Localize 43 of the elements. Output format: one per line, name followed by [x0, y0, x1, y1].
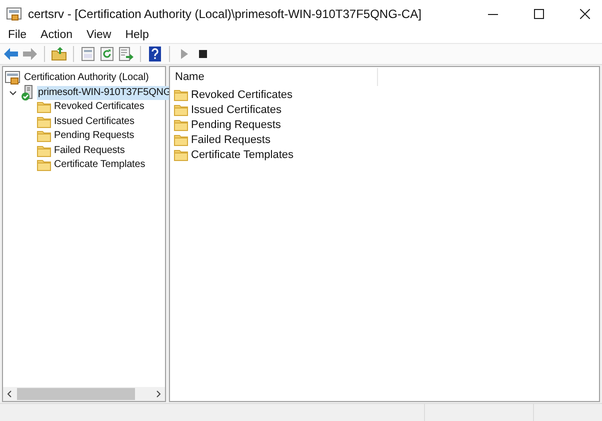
window-pane-icon[interactable] [80, 46, 96, 62]
list-item[interactable]: Pending Requests [191, 118, 281, 131]
folder-icon [37, 116, 51, 128]
scroll-thumb[interactable] [17, 388, 135, 400]
folder-icon [174, 134, 188, 146]
folder-icon [37, 144, 51, 157]
menu-item[interactable]: View [86, 29, 112, 41]
menu-item[interactable]: File [8, 29, 27, 41]
folder-up-icon[interactable] [51, 46, 67, 62]
refresh-icon[interactable] [99, 46, 115, 62]
list-item[interactable]: Failed Requests [191, 134, 270, 146]
folder-icon [174, 104, 188, 116]
maximize-icon[interactable] [534, 8, 544, 18]
server-check-icon [21, 84, 35, 101]
tree-item[interactable]: Revoked Certificates [53, 100, 146, 114]
tree-item[interactable]: Pending Requests [53, 129, 136, 144]
scroll-right-icon[interactable] [154, 390, 162, 398]
folder-icon [174, 149, 188, 162]
menu-item[interactable]: Action [40, 29, 72, 41]
tree-item[interactable]: Certificate Templates [53, 158, 146, 172]
help-icon[interactable] [147, 46, 163, 62]
close-icon[interactable] [580, 8, 590, 18]
folder-icon [37, 101, 51, 114]
tree-item[interactable]: Failed Requests [53, 144, 126, 158]
scroll-left-icon[interactable] [6, 390, 14, 398]
list-arrow-icon[interactable] [118, 46, 134, 62]
console-icon [5, 71, 21, 86]
column-header[interactable]: Name [170, 68, 378, 86]
folder-icon [37, 130, 51, 142]
folder-icon [37, 159, 51, 172]
expanded-chevron-icon[interactable] [9, 88, 17, 97]
menu-item[interactable]: Help [125, 29, 149, 41]
list-item[interactable]: Issued Certificates [191, 104, 282, 116]
tree-item[interactable]: Issued Certificates [53, 114, 136, 129]
window-title: certsrv - [Certification Authority (Local)\primesoft-WIN-910T37F5QNG-CA] [28, 6, 422, 20]
app-icon [6, 6, 22, 22]
list-item[interactable]: Revoked Certificates [191, 88, 292, 101]
horizontal-scrollbar[interactable] [3, 387, 165, 401]
folder-icon [174, 118, 188, 131]
folder-icon [174, 88, 188, 101]
list-item[interactable]: Certificate Templates [191, 149, 294, 162]
tree-item[interactable]: Certification Authority (Local) [23, 71, 150, 86]
back-arrow-icon[interactable] [3, 46, 19, 62]
